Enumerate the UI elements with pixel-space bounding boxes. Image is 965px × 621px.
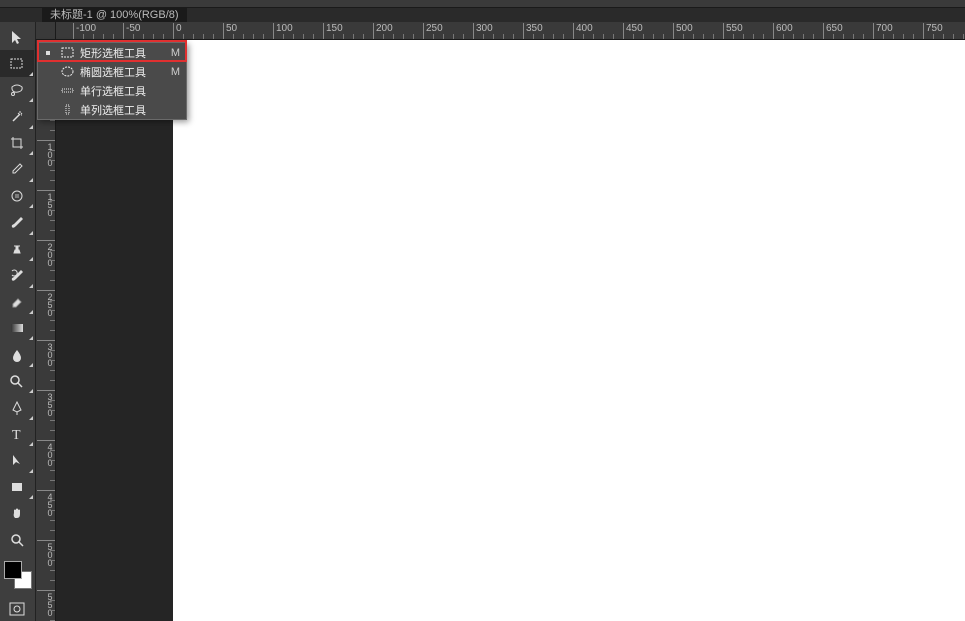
ruler-corner xyxy=(36,22,56,40)
gradient-tool[interactable] xyxy=(0,315,34,341)
row-marquee-icon xyxy=(60,84,74,98)
eyedropper-tool[interactable] xyxy=(0,156,34,182)
hand-tool[interactable] xyxy=(0,500,34,526)
rectangle-shape-tool[interactable] xyxy=(0,474,34,500)
svg-text:T: T xyxy=(12,428,21,442)
lasso-tool[interactable] xyxy=(0,77,34,103)
ruler-tick: 50 xyxy=(223,23,237,39)
ruler-tick: 300 xyxy=(37,340,55,366)
clone-stamp-tool[interactable] xyxy=(0,236,34,262)
quick-mask-toggle[interactable] xyxy=(0,597,34,621)
flyout-label: 椭圆选框工具 xyxy=(80,64,160,80)
magic-wand-tool[interactable] xyxy=(0,103,34,129)
marquee-tool-flyout: 矩形选框工具 M 椭圆选框工具 M 单行选框工具单列选框工具 xyxy=(37,42,187,120)
ruler-tick: 200 xyxy=(37,240,55,266)
ruler-tick: -50 xyxy=(123,23,140,39)
titlebar xyxy=(0,0,965,8)
ruler-tick: 250 xyxy=(37,290,55,316)
fg-color-swatch[interactable] xyxy=(4,561,22,579)
ruler-vertical[interactable]: 050100150200250300350400450500550 xyxy=(36,40,56,621)
flyout-item-rect-marquee[interactable]: 矩形选框工具 M xyxy=(38,43,186,62)
ruler-tick: 500 xyxy=(37,540,55,566)
brush-tool[interactable] xyxy=(0,209,34,235)
ruler-tick: 0 xyxy=(173,23,182,39)
ellipse-marquee-icon xyxy=(60,65,74,79)
ruler-tick: 350 xyxy=(37,390,55,416)
document-tab[interactable]: 未标题-1 @ 100%(RGB/8) xyxy=(42,8,187,22)
color-swatches[interactable] xyxy=(4,561,32,589)
ruler-tick: 400 xyxy=(37,440,55,466)
zoom-tool[interactable] xyxy=(0,527,34,553)
ruler-tick: 450 xyxy=(37,490,55,516)
flyout-item-col-marquee[interactable]: 单列选框工具 xyxy=(38,100,186,119)
dodge-tool[interactable] xyxy=(0,368,34,394)
ruler-tick: 550 xyxy=(37,590,55,616)
rect-marquee-icon xyxy=(60,46,74,60)
toolbox: T xyxy=(0,22,36,621)
flyout-shortcut: M xyxy=(166,47,180,59)
path-select-tool[interactable] xyxy=(0,447,34,473)
flyout-label: 单行选框工具 xyxy=(80,83,160,99)
flyout-label: 矩形选框工具 xyxy=(80,45,160,61)
flyout-shortcut: M xyxy=(166,66,180,78)
col-marquee-icon xyxy=(60,103,74,117)
eraser-tool[interactable] xyxy=(0,289,34,315)
move-tool[interactable] xyxy=(0,24,34,50)
blur-tool[interactable] xyxy=(0,341,34,367)
canvas-area xyxy=(56,40,965,621)
crop-tool[interactable] xyxy=(0,130,34,156)
marquee-tool[interactable] xyxy=(0,50,34,76)
type-tool[interactable]: T xyxy=(0,421,34,447)
flyout-item-row-marquee[interactable]: 单行选框工具 xyxy=(38,81,186,100)
healing-brush-tool[interactable] xyxy=(0,183,34,209)
history-brush-tool[interactable] xyxy=(0,262,34,288)
ruler-tick: 100 xyxy=(37,140,55,166)
flyout-label: 单列选框工具 xyxy=(80,102,160,118)
ruler-tick: 150 xyxy=(37,190,55,216)
ruler-horizontal[interactable]: -100-50050100150200250300350400450500550… xyxy=(56,22,965,40)
flyout-item-ellipse-marquee[interactable]: 椭圆选框工具 M xyxy=(38,62,186,81)
canvas[interactable] xyxy=(173,40,965,621)
pen-tool[interactable] xyxy=(0,394,34,420)
